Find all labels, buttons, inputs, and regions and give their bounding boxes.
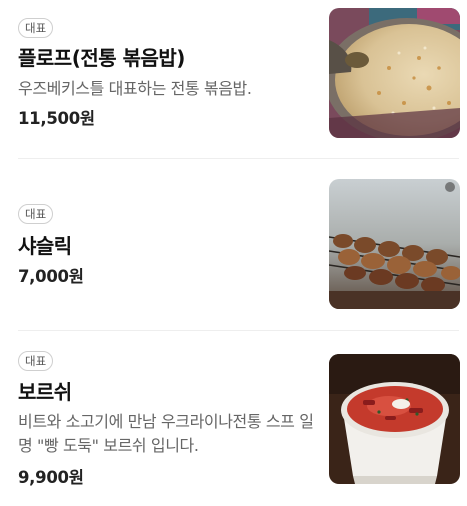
menu-item-borscht[interactable]: 대표 보르쉬 비트와 소고기에 만남 우크라이나전통 스프 일명 "빵 도둑" … <box>0 331 467 506</box>
borscht-food-photo[interactable] <box>329 354 460 484</box>
menu-item-description: 우즈베키스틀 대표하는 전통 볶음밥. <box>18 79 252 98</box>
menu-item-name: 플로프(전통 볶음밥) <box>18 46 185 70</box>
menu-item-description: 비트와 소고기에 만남 우크라이나전통 스프 일명 "빵 도둑" 보르쉬 입니다… <box>18 412 314 455</box>
menu-item-price: 9,900원 <box>18 468 84 487</box>
shashlik-food-photo[interactable] <box>329 179 460 309</box>
menu-item-price: 11,500원 <box>18 109 95 128</box>
menu-item-plov[interactable]: 대표 플로프(전통 볶음밥) 우즈베키스틀 대표하는 전통 볶음밥. 11,50… <box>0 0 467 158</box>
menu-item-name: 보르쉬 <box>18 380 72 404</box>
plov-food-photo[interactable] <box>329 8 460 138</box>
menu-item-price: 7,000원 <box>18 267 84 286</box>
menu-item-name: 샤슬릭 <box>18 234 72 258</box>
menu-item-shashlik[interactable]: 대표 샤슬릭 7,000원 <box>0 159 467 329</box>
signature-badge: 대표 <box>18 204 54 224</box>
signature-badge: 대표 <box>18 18 54 38</box>
signature-badge: 대표 <box>18 351 54 371</box>
